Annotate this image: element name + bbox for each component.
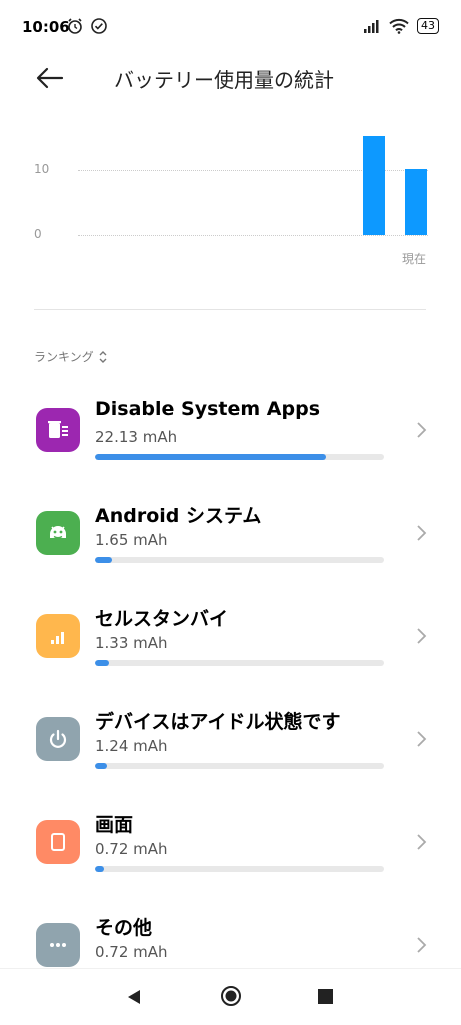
usage-progress-fill [95, 866, 104, 872]
android-icon [50, 526, 66, 539]
usage-progress-bar [95, 763, 384, 769]
usage-progress-fill [95, 763, 107, 769]
usage-progress-bar [95, 454, 384, 460]
usage-progress-fill [95, 557, 113, 563]
y-tick-label: 10 [34, 162, 50, 176]
list-item[interactable]: デバイスはアイドル状態です 1.24 mAh [0, 689, 461, 792]
home-circle-icon[interactable] [220, 985, 242, 1007]
status-time: 10:06 [22, 18, 70, 36]
alarm-icon [68, 18, 82, 34]
app-icon-bg [36, 614, 80, 658]
sort-chevrons-icon [99, 350, 107, 363]
app-icon-bg [36, 408, 80, 452]
divider [34, 309, 426, 310]
app-usage-value: 1.65 mAh [95, 531, 168, 549]
app-name: Disable System Apps [95, 398, 321, 420]
usage-progress-fill [95, 660, 110, 666]
status-icons-left [66, 17, 108, 35]
chevron-right-icon [417, 937, 427, 953]
battery-indicator: 43 [417, 18, 439, 34]
gridline [78, 235, 428, 236]
more-icon [50, 943, 66, 947]
app-name: デバイスはアイドル状態です [95, 711, 341, 733]
app-usage-value: 1.24 mAh [95, 737, 168, 755]
app-usage-value: 22.13 mAh [95, 428, 178, 446]
chevron-right-icon [417, 628, 427, 644]
screen-icon [51, 833, 65, 851]
chevron-right-icon [417, 525, 427, 541]
app-usage-value: 1.33 mAh [95, 634, 168, 652]
status-right: 43 [363, 18, 439, 34]
battery-usage-chart: 10 0 現在 [0, 110, 461, 270]
chevron-right-icon [417, 731, 427, 747]
x-axis-now-label: 現在 [402, 252, 427, 266]
list-item[interactable]: Android システム 1.65 mAh [0, 483, 461, 586]
app-name: 画面 [95, 814, 134, 836]
chart-bar [363, 136, 385, 235]
status-bar: 10:06 43 [0, 0, 461, 56]
back-arrow-icon[interactable] [36, 66, 64, 90]
navigation-bar [0, 968, 461, 1025]
list-item[interactable]: Disable System Apps 22.13 mAh [0, 380, 461, 483]
app-name: セルスタンバイ [95, 608, 229, 630]
usage-progress-fill [95, 454, 327, 460]
chart-bar [405, 168, 427, 235]
ranking-sort-toggle[interactable]: ランキング [34, 348, 108, 365]
usage-progress-bar [95, 866, 384, 872]
chevron-right-icon [417, 422, 427, 438]
app-icon-bg [36, 717, 80, 761]
ranking-label: ランキング [34, 350, 94, 364]
wifi-icon [389, 18, 409, 34]
power-icon [49, 729, 67, 748]
chevron-right-icon [417, 834, 427, 850]
app-name: その他 [95, 917, 153, 939]
app-usage-value: 0.72 mAh [95, 840, 168, 858]
app-icon-bg [36, 820, 80, 864]
usage-progress-bar [95, 557, 384, 563]
usage-progress-bar [95, 660, 384, 666]
list-item[interactable]: 画面 0.72 mAh [0, 792, 461, 895]
back-triangle-icon[interactable] [126, 988, 142, 1006]
app-icon-bg [36, 923, 80, 967]
app-icon-bg [36, 511, 80, 555]
list-item[interactable]: セルスタンバイ 1.33 mAh [0, 586, 461, 689]
header: バッテリー使用量の統計 [0, 56, 461, 100]
app-name: Android システム [95, 505, 262, 527]
trash-list-icon [48, 421, 68, 438]
app-usage-value: 0.72 mAh [95, 943, 168, 961]
check-circle-icon [91, 18, 107, 34]
page-title: バッテリー使用量の統計 [114, 68, 334, 92]
signal-strength-icon [364, 20, 379, 33]
y-tick-label: 0 [34, 227, 42, 241]
recents-square-icon[interactable] [318, 989, 333, 1004]
signal-icon [51, 632, 64, 644]
